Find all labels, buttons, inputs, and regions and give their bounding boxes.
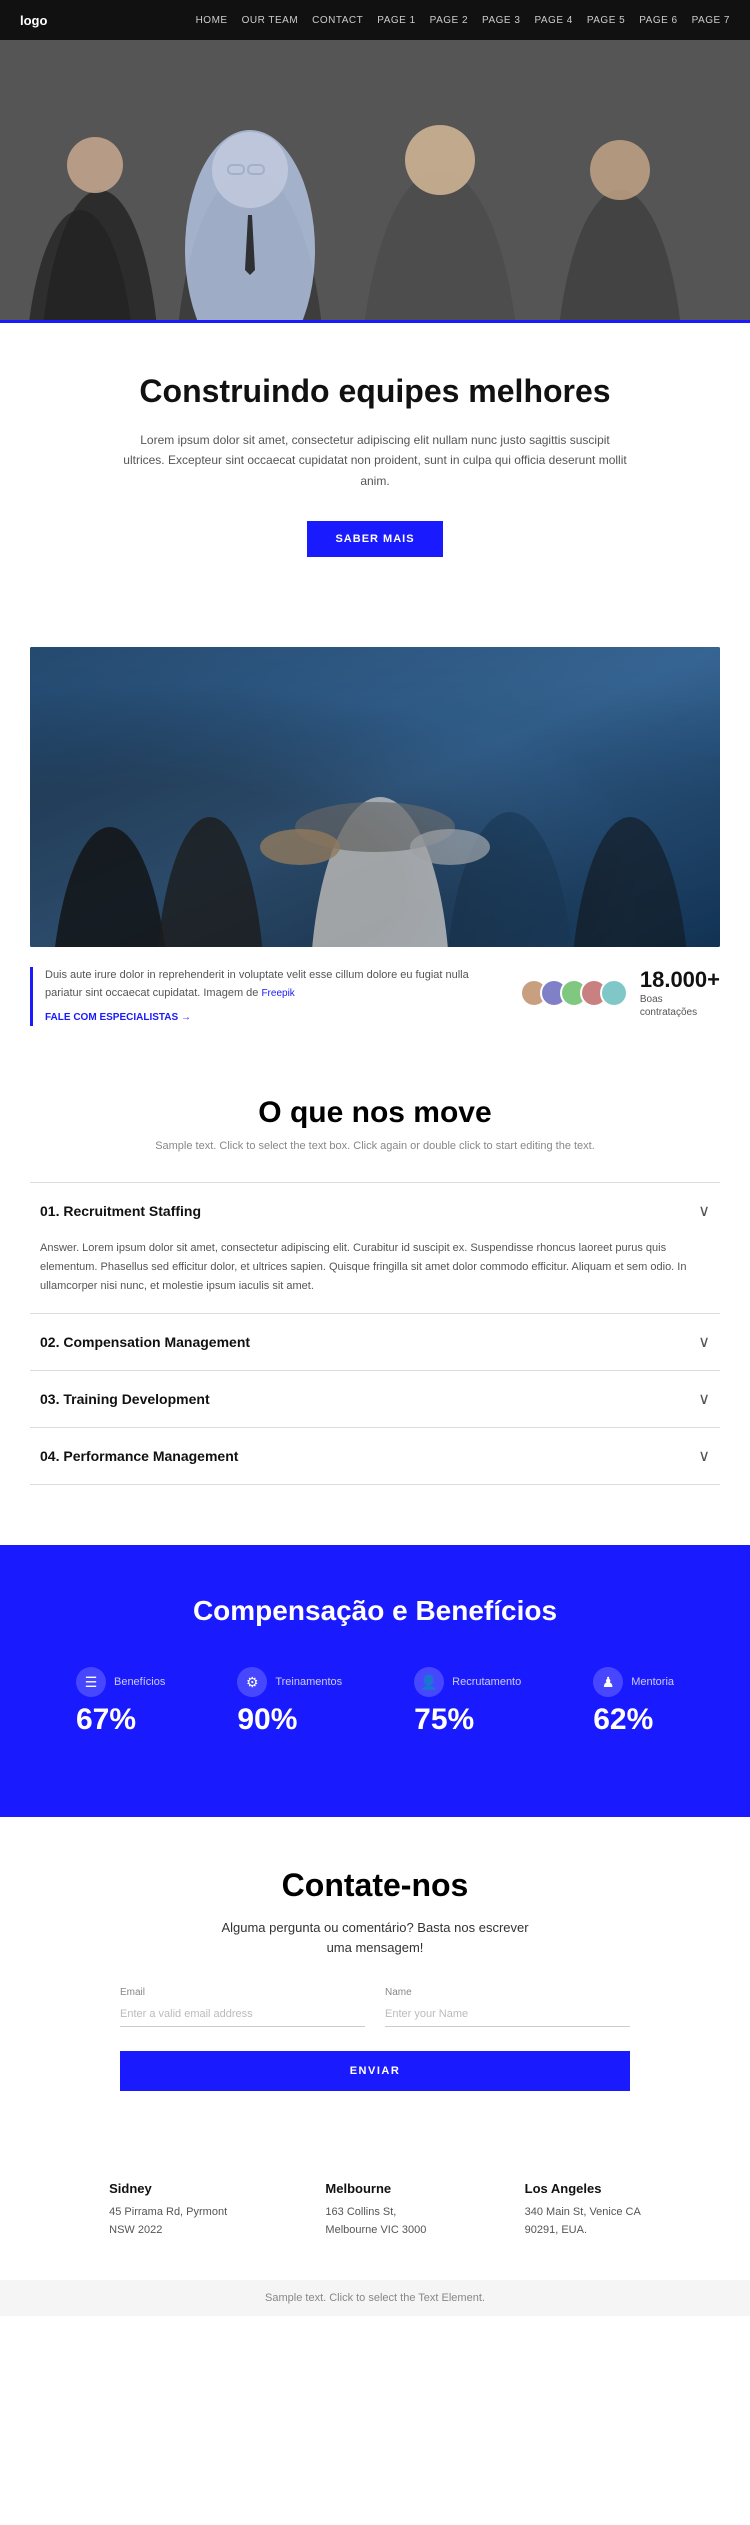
name-label: Name <box>385 1987 630 1998</box>
benefit-icon-row-2: 👤 Recrutamento <box>414 1667 521 1697</box>
benefits-row: ☰ Benefícios 67% ⚙ Treinamentos 90% 👤 Re… <box>40 1667 710 1737</box>
stats-label: Boascontratações <box>640 993 720 1019</box>
accordion-header-3[interactable]: 03. Training Development ∨ <box>30 1371 720 1427</box>
stats-text-block: Duis aute irure dolor in reprehenderit i… <box>30 967 500 1026</box>
accordion-item-1: 01. Recruitment Staffing ∨ Answer. Lorem… <box>30 1182 720 1313</box>
benefit-percent-3: 62% <box>593 1703 674 1737</box>
footer-hint: Sample text. Click to select the Text El… <box>0 2280 750 2316</box>
benefit-label-1: Treinamentos <box>275 1676 342 1688</box>
stats-right: 18.000+ Boascontratações <box>520 967 720 1019</box>
benefit-label-3: Mentoria <box>631 1676 674 1688</box>
mentoria-icon: ♟ <box>593 1667 623 1697</box>
office-melbourne: Melbourne 163 Collins St,Melbourne VIC 3… <box>325 2181 426 2239</box>
stats-description: Duis aute irure dolor in reprehenderit i… <box>45 969 469 999</box>
avatar-group <box>520 979 628 1007</box>
move-section: O que nos move Sample text. Click to sel… <box>0 1046 750 1505</box>
benefit-icon-row-1: ⚙ Treinamentos <box>237 1667 342 1697</box>
office-city-0: Sidney <box>109 2181 227 2196</box>
accordion-header-2[interactable]: 02. Compensation Management ∨ <box>30 1314 720 1370</box>
accordion-item-3: 03. Training Development ∨ <box>30 1370 720 1427</box>
contact-heading: Contate-nos <box>120 1867 630 1904</box>
benefit-percent-1: 90% <box>237 1703 342 1737</box>
accordion-title-3: 03. Training Development <box>40 1391 210 1407</box>
benefit-item-2: 👤 Recrutamento 75% <box>414 1667 521 1737</box>
contact-section: Contate-nos Alguma pergunta ou comentári… <box>0 1817 750 2141</box>
team-photo <box>30 647 720 947</box>
accordion: 01. Recruitment Staffing ∨ Answer. Lorem… <box>30 1182 720 1485</box>
nav-our-team[interactable]: OUR TEAM <box>242 15 299 26</box>
nav-page3[interactable]: PAGE 3 <box>482 15 520 26</box>
accordion-body-1: Answer. Lorem ipsum dolor sit amet, cons… <box>30 1239 720 1313</box>
move-heading: O que nos move <box>30 1096 720 1130</box>
recrutamento-icon: 👤 <box>414 1667 444 1697</box>
benefit-icon-row-3: ♟ Mentoria <box>593 1667 674 1697</box>
nav-page2[interactable]: PAGE 2 <box>430 15 468 26</box>
chevron-icon-4: ∨ <box>698 1446 710 1466</box>
office-los-angeles: Los Angeles 340 Main St, Venice CA90291,… <box>525 2181 641 2239</box>
beneficios-icon: ☰ <box>76 1667 106 1697</box>
nav-home[interactable]: HOME <box>196 15 228 26</box>
avatar <box>600 979 628 1007</box>
office-address-0: 45 Pirrama Rd, PyrmontNSW 2022 <box>109 2204 227 2239</box>
nav-page5[interactable]: PAGE 5 <box>587 15 625 26</box>
accordion-title-2: 02. Compensation Management <box>40 1334 250 1350</box>
benefit-item-0: ☰ Benefícios 67% <box>76 1667 165 1737</box>
nav-page6[interactable]: PAGE 6 <box>639 15 677 26</box>
construindo-section: Construindo equipes melhores Lorem ipsum… <box>0 320 750 617</box>
team-photo-section <box>0 617 750 947</box>
benefit-item-1: ⚙ Treinamentos 90% <box>237 1667 342 1737</box>
accordion-title-1: 01. Recruitment Staffing <box>40 1203 201 1219</box>
benefit-icon-row-0: ☰ Benefícios <box>76 1667 165 1697</box>
office-sidney: Sidney 45 Pirrama Rd, PyrmontNSW 2022 <box>109 2181 227 2239</box>
construindo-heading: Construindo equipes melhores <box>120 373 630 410</box>
hero-section <box>0 40 750 320</box>
benefit-item-3: ♟ Mentoria 62% <box>593 1667 674 1737</box>
email-group: Email <box>120 1987 365 2027</box>
accordion-item-2: 02. Compensation Management ∨ <box>30 1313 720 1370</box>
saber-mais-button[interactable]: SABER MAIS <box>307 521 442 557</box>
accordion-header-1[interactable]: 01. Recruitment Staffing ∨ <box>30 1183 720 1239</box>
fale-especialistas-link[interactable]: FALE COM ESPECIALISTAS → <box>45 1010 500 1026</box>
accordion-title-4: 04. Performance Management <box>40 1448 238 1464</box>
office-city-1: Melbourne <box>325 2181 426 2196</box>
benefit-label-2: Recrutamento <box>452 1676 521 1688</box>
office-address-2: 340 Main St, Venice CA90291, EUA. <box>525 2204 641 2239</box>
navbar: logo HOME OUR TEAM CONTACT PAGE 1 PAGE 2… <box>0 0 750 40</box>
blue-section: Compensação e Benefícios ☰ Benefícios 67… <box>0 1545 750 1817</box>
nav-page4[interactable]: PAGE 4 <box>534 15 572 26</box>
benefit-percent-0: 67% <box>76 1703 165 1737</box>
name-input[interactable] <box>385 2002 630 2027</box>
contact-subtext: Alguma pergunta ou comentário? Basta nos… <box>120 1918 630 1957</box>
nav-contact[interactable]: CONTACT <box>312 15 363 26</box>
contact-form-row: Email Name <box>120 1987 630 2027</box>
email-label: Email <box>120 1987 365 1998</box>
enviar-button[interactable]: ENVIAR <box>120 2051 630 2091</box>
office-address-1: 163 Collins St,Melbourne VIC 3000 <box>325 2204 426 2239</box>
stats-count: 18.000+ <box>640 967 720 993</box>
name-group: Name <box>385 1987 630 2027</box>
accordion-header-4[interactable]: 04. Performance Management ∨ <box>30 1428 720 1484</box>
benefit-percent-2: 75% <box>414 1703 521 1737</box>
nav-page1[interactable]: PAGE 1 <box>377 15 415 26</box>
offices-section: Sidney 45 Pirrama Rd, PyrmontNSW 2022 Me… <box>0 2141 750 2279</box>
benefit-label-0: Benefícios <box>114 1676 165 1688</box>
move-subtitle: Sample text. Click to select the text bo… <box>30 1140 720 1152</box>
blue-heading: Compensação e Benefícios <box>40 1595 710 1627</box>
office-city-2: Los Angeles <box>525 2181 641 2196</box>
nav-page7[interactable]: PAGE 7 <box>692 15 730 26</box>
construindo-body: Lorem ipsum dolor sit amet, consectetur … <box>120 430 630 491</box>
email-input[interactable] <box>120 2002 365 2027</box>
stats-row: Duis aute irure dolor in reprehenderit i… <box>0 947 750 1046</box>
chevron-icon-2: ∨ <box>698 1332 710 1352</box>
freepik-link[interactable]: Freepik <box>261 988 294 999</box>
nav-links: HOME OUR TEAM CONTACT PAGE 1 PAGE 2 PAGE… <box>196 15 730 26</box>
stats-number-block: 18.000+ Boascontratações <box>640 967 720 1019</box>
treinamentos-icon: ⚙ <box>237 1667 267 1697</box>
chevron-icon-3: ∨ <box>698 1389 710 1409</box>
chevron-icon-1: ∨ <box>698 1201 710 1221</box>
logo: logo <box>20 13 47 28</box>
accordion-item-4: 04. Performance Management ∨ <box>30 1427 720 1485</box>
footer-hint-text: Sample text. Click to select the Text El… <box>265 2292 485 2304</box>
